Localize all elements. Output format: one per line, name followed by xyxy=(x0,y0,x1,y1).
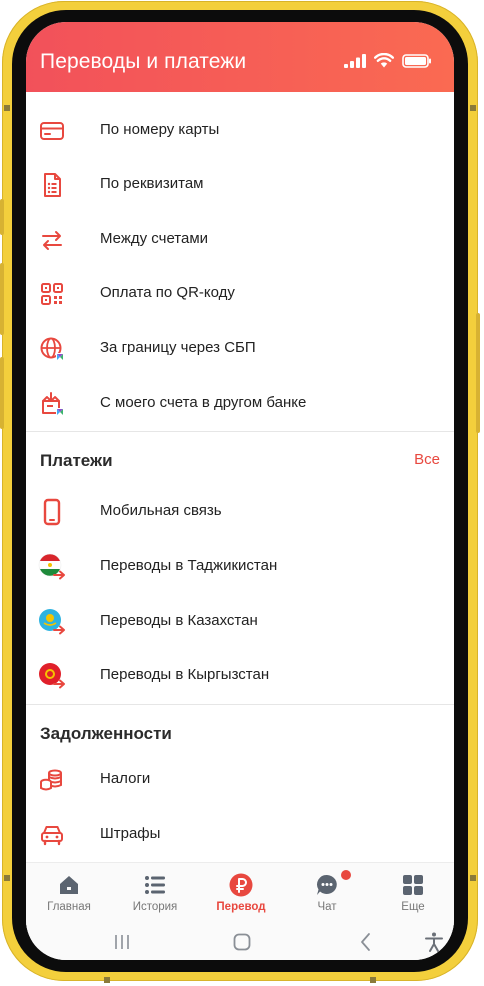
section-title-payments: Платежи xyxy=(40,451,113,470)
system-navigation-bar xyxy=(26,924,454,960)
payment-item-kazakhstan[interactable]: Переводы в Казахстан xyxy=(26,595,454,649)
transfer-item-label: По номеру карты xyxy=(100,121,220,138)
bank-transfer-icon xyxy=(42,392,64,416)
signal-icon xyxy=(344,53,366,68)
debt-item-taxes[interactable]: Налоги xyxy=(26,753,454,807)
bottom-tab-bar: Главная История Перевод Чат Еще xyxy=(26,862,454,925)
phone-screen: Переводы и платежи По номеру карты По ре… xyxy=(26,22,454,960)
side-button-left-2 xyxy=(0,263,4,335)
payment-item-label: Переводы в Таджикистан xyxy=(100,557,278,574)
side-button-left-3 xyxy=(0,357,4,429)
tab-more[interactable]: Еще xyxy=(370,863,454,925)
tab-history[interactable]: История xyxy=(112,863,198,925)
debt-item-label: Налоги xyxy=(100,770,151,787)
transfer-item-card-number[interactable]: По номеру карты xyxy=(26,104,454,158)
transfer-item-label: За границу через СБП xyxy=(100,339,256,356)
transfer-item-other-bank[interactable]: С моего счета в другом банке xyxy=(26,377,454,431)
see-all-link[interactable]: Все xyxy=(414,451,440,468)
phone-frame: Переводы и платежи По номеру карты По ре… xyxy=(0,1,480,983)
tab-chat[interactable]: Чат xyxy=(284,863,370,925)
document-icon xyxy=(44,173,61,197)
frame-nub xyxy=(4,105,10,111)
battery-icon xyxy=(402,53,431,68)
car-icon xyxy=(41,826,63,846)
mobile-phone-icon xyxy=(43,498,61,526)
transfer-item-between-accounts[interactable]: Между счетами xyxy=(26,213,454,267)
tajikistan-flag-icon xyxy=(38,553,65,580)
frame-nub xyxy=(370,977,376,983)
home-button-icon[interactable] xyxy=(230,930,254,954)
phone-bezel: Переводы и платежи По номеру карты По ре… xyxy=(12,10,468,972)
chat-icon xyxy=(317,874,337,895)
frame-nub xyxy=(4,875,10,881)
kyrgyzstan-flag-icon xyxy=(39,663,65,689)
home-icon xyxy=(60,876,78,894)
debt-item-label: Штрафы xyxy=(100,825,161,842)
frame-nub xyxy=(470,105,476,111)
coins-icon xyxy=(40,769,62,791)
tab-label: Перевод xyxy=(216,901,266,913)
list-icon xyxy=(145,876,165,894)
qr-code-icon xyxy=(41,283,63,305)
recent-apps-icon[interactable] xyxy=(110,930,134,954)
tab-label: Главная xyxy=(47,901,91,913)
transfer-item-label: С моего счета в другом банке xyxy=(100,394,307,411)
transfer-item-label: По реквизитам xyxy=(100,175,204,192)
payment-item-label: Переводы в Казахстан xyxy=(100,612,258,629)
payment-item-mobile[interactable]: Мобильная связь xyxy=(26,485,454,539)
side-button-left-1 xyxy=(0,199,4,235)
ruble-icon xyxy=(229,873,253,897)
transfer-item-requisites[interactable]: По реквизитам xyxy=(26,158,454,212)
debt-item-fines[interactable]: Штрафы xyxy=(26,808,454,862)
grid-icon xyxy=(403,875,423,895)
app-header: Переводы и платежи xyxy=(26,22,454,92)
transfer-item-label: Между счетами xyxy=(100,230,209,247)
frame-nub xyxy=(104,977,110,983)
wifi-icon xyxy=(374,53,394,68)
payment-item-label: Мобильная связь xyxy=(100,502,222,519)
swap-arrows-icon xyxy=(42,231,62,250)
chat-notification-badge xyxy=(341,870,351,880)
card-icon xyxy=(40,122,64,140)
section-divider xyxy=(26,431,454,432)
frame-nub xyxy=(470,875,476,881)
globe-sbp-icon xyxy=(40,337,64,361)
status-bar xyxy=(344,53,432,68)
section-divider xyxy=(26,704,454,705)
payment-item-label: Переводы в Кыргызстан xyxy=(100,666,270,683)
tab-home[interactable]: Главная xyxy=(26,863,112,925)
tab-label: Чат xyxy=(317,901,337,913)
transfer-item-qr[interactable]: Оплата по QR-коду xyxy=(26,267,454,321)
tab-label: История xyxy=(132,901,178,913)
accessibility-icon[interactable] xyxy=(422,930,446,954)
tab-label: Еще xyxy=(401,901,425,913)
page-title: Переводы и платежи xyxy=(40,50,247,73)
side-button-right xyxy=(476,313,480,433)
section-title-debts: Задолженности xyxy=(40,724,172,743)
transfer-item-label: Оплата по QR-коду xyxy=(100,284,235,301)
payment-item-tajikistan[interactable]: Переводы в Таджикистан xyxy=(26,540,454,594)
kazakhstan-flag-icon xyxy=(39,609,65,635)
transfer-item-abroad-sbp[interactable]: За границу через СБП xyxy=(26,322,454,376)
tab-transfer[interactable]: Перевод xyxy=(198,863,284,925)
payment-item-kyrgyzstan[interactable]: Переводы в Кыргызстан xyxy=(26,649,454,703)
back-icon[interactable] xyxy=(354,930,378,954)
